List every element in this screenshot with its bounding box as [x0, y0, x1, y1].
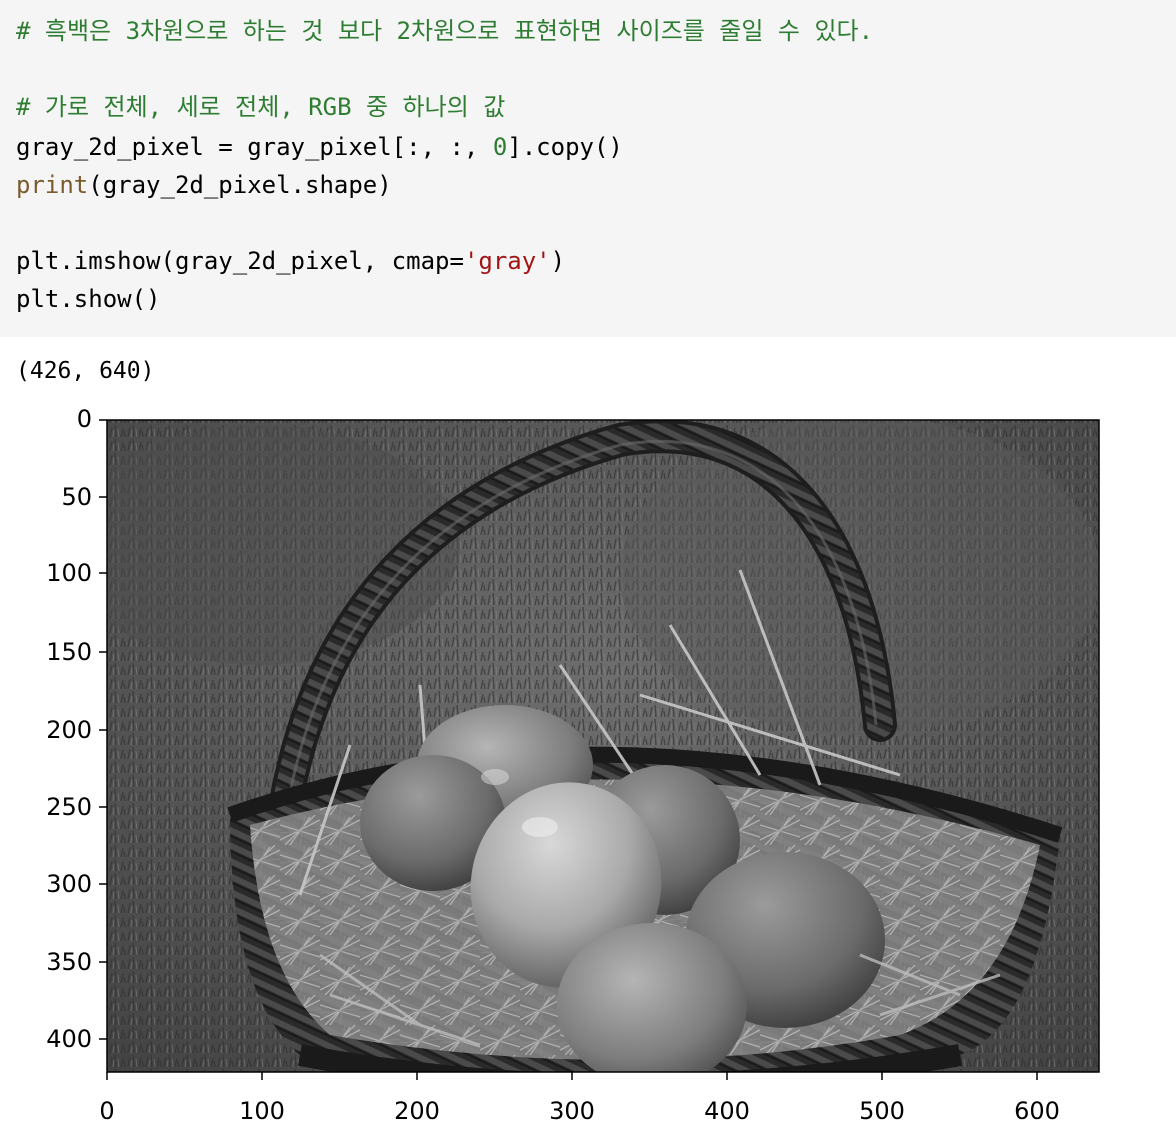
code-line-8: plt.show()	[16, 285, 161, 313]
code-line-5: print(gray_2d_pixel.shape)	[16, 168, 392, 202]
y-tick-label: 250	[46, 793, 92, 821]
x-tick-label: 100	[239, 1097, 285, 1125]
y-tick-label: 150	[46, 638, 92, 666]
code-comment-line-1: # 흑백은 3차원으로 하는 것 보다 2차원으로 표현하면 사이즈를 줄일 수…	[16, 17, 874, 45]
x-tick-label: 200	[394, 1097, 440, 1125]
matplotlib-figure: 0 50 100 150 200 250 300 350 400 0 100 2…	[0, 395, 1176, 1142]
code-text: gray_2d_pixel = gray_pixel[:, :,	[16, 133, 493, 161]
imshow-plot	[99, 419, 1100, 1080]
code-string: 'gray'	[463, 247, 551, 275]
y-ticks	[99, 419, 107, 1040]
code-cell[interactable]: # 흑백은 3차원으로 하는 것 보다 2차원으로 표현하면 사이즈를 줄일 수…	[0, 0, 1176, 337]
code-line-4: gray_2d_pixel = gray_pixel[:, :, 0].copy…	[16, 130, 623, 164]
code-text: (gray_2d_pixel.shape)	[88, 171, 392, 199]
x-tick-label: 600	[1014, 1097, 1060, 1125]
code-text: ].copy()	[507, 133, 623, 161]
output-shape-text: (426, 640)	[16, 358, 155, 384]
x-tick-label: 500	[859, 1097, 905, 1125]
code-builtin: print	[16, 171, 89, 199]
x-tick-label: 300	[549, 1097, 595, 1125]
y-tick-label: 200	[46, 716, 92, 744]
code-number: 0	[492, 133, 508, 161]
y-tick-label: 400	[46, 1025, 92, 1053]
code-comment-line-3: # 가로 전체, 세로 전체, RGB 중 하나의 값	[16, 93, 506, 121]
y-tick-label: 50	[61, 483, 92, 511]
code-text: )	[550, 247, 566, 275]
y-tick-label: 300	[46, 870, 92, 898]
code-line-7: plt.imshow(gray_2d_pixel, cmap='gray')	[16, 244, 565, 278]
x-ticks	[106, 1072, 1038, 1080]
code-text: plt.imshow(gray_2d_pixel, cmap=	[16, 247, 464, 275]
grayscale-image	[107, 420, 1099, 1072]
y-tick-label: 0	[76, 405, 92, 433]
y-tick-label: 350	[46, 948, 92, 976]
y-tick-label: 100	[46, 559, 92, 587]
x-tick-label: 0	[99, 1097, 115, 1125]
x-tick-label: 400	[704, 1097, 750, 1125]
